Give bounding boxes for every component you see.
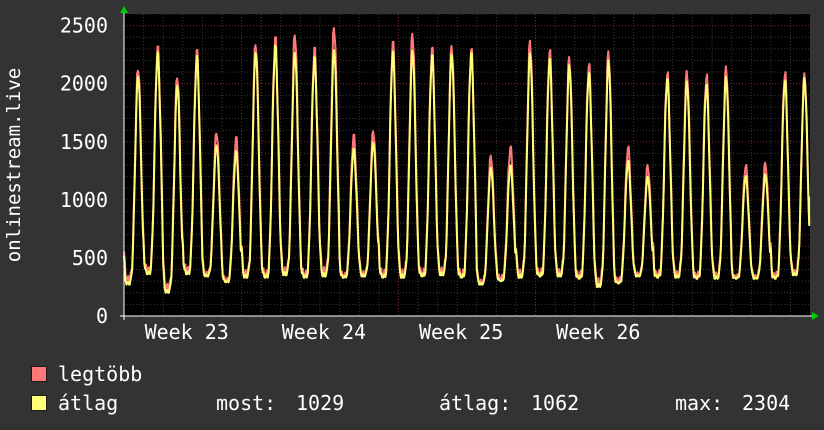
y-axis-arrow-icon [120, 6, 128, 13]
x-tick-label: Week 23 [145, 320, 229, 344]
x-tick-label: Week 26 [556, 320, 640, 344]
x-axis-arrow-icon [812, 312, 819, 320]
x-tick-label: Week 24 [282, 320, 366, 344]
x-tick-labels: Week 23 Week 24 Week 25 Week 26 [145, 320, 641, 344]
y-tick-label: 500 [72, 246, 108, 270]
y-tick-label: 2500 [60, 14, 108, 38]
x-tick-label: Week 25 [419, 320, 503, 344]
y-tick-label: 0 [96, 304, 108, 328]
y-axis-label: onlinestream.live [3, 68, 25, 262]
y-tick-label: 1500 [60, 130, 108, 154]
y-tick-label: 1000 [60, 188, 108, 212]
y-tick-label: 2000 [60, 72, 108, 96]
chart: 05001000150020002500 Week 23 Week 24 Week … [3, 6, 819, 344]
y-tick-labels: 0 500 1000 1500 2000 2500 [60, 14, 108, 328]
